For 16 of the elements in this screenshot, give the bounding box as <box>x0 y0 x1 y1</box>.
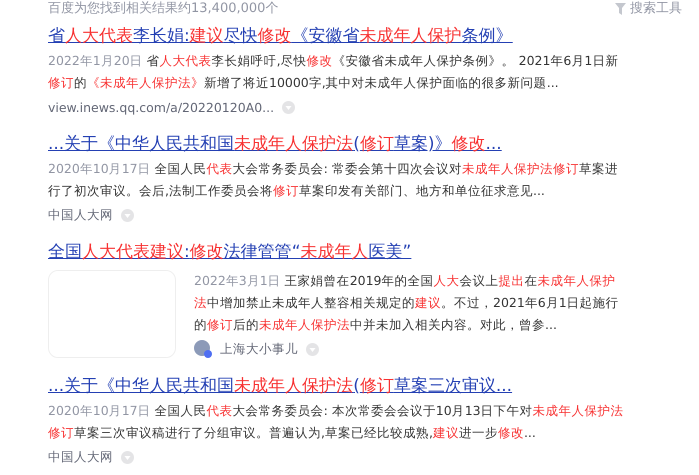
dropdown-icon[interactable] <box>121 208 134 222</box>
result-source[interactable]: view.inews.qq.com/a/20220120A0... <box>48 100 274 114</box>
result-snippet: 2022年1月20日 省人大代表李长娟呼吁,尽快修改《安徽省未成年人保护条例》。 2021年6月1日新 修订的《未成年人保护法》新增了将近10000字,其中对未成年人保护面临的很多新问题... <box>48 52 620 92</box>
search-tools-button[interactable]: 搜索工具 <box>630 0 682 18</box>
result-snippet: 2020年10月17日 全国人民代表大会常务委员会: 常委会第十四次会议对未成年人保护法修订草案进行了初次审议。会后,法制工作委员会将修订草案印发有关部门、地方和单位征求意见... <box>48 160 619 200</box>
result-source[interactable]: 上海大小事儿 <box>220 340 298 358</box>
result-snippet: 2020年10月17日 全国人民代表大会常务委员会: 本次常委会会议于10月13日下午对未成年人保护法修订草案三次审议稿进行了分组审议。普遍认为,草案已经比较成熟,建议进一步修改... <box>48 402 625 442</box>
dropdown-icon[interactable] <box>282 100 296 114</box>
dropdown-icon[interactable] <box>121 450 134 464</box>
result-count: 百度为您找到相关结果约13,400,000个 <box>48 0 278 18</box>
result-snippet: 2022年3月1日 王家娟曾在2019年的全国人大会议上提出在未成年人保护法中增加禁止未成年人整容相关规定的建议。不过，2021年6月1日起施行的修订后的未成年人保护法中并未加入相关内容。对此，曾参... <box>194 272 620 334</box>
result-source[interactable]: 中国人大网 <box>48 206 113 224</box>
result-source[interactable]: 中国人大网 <box>48 448 113 466</box>
avatar-icon <box>194 340 212 358</box>
filter-icon <box>615 3 626 15</box>
dropdown-icon[interactable] <box>306 342 319 356</box>
